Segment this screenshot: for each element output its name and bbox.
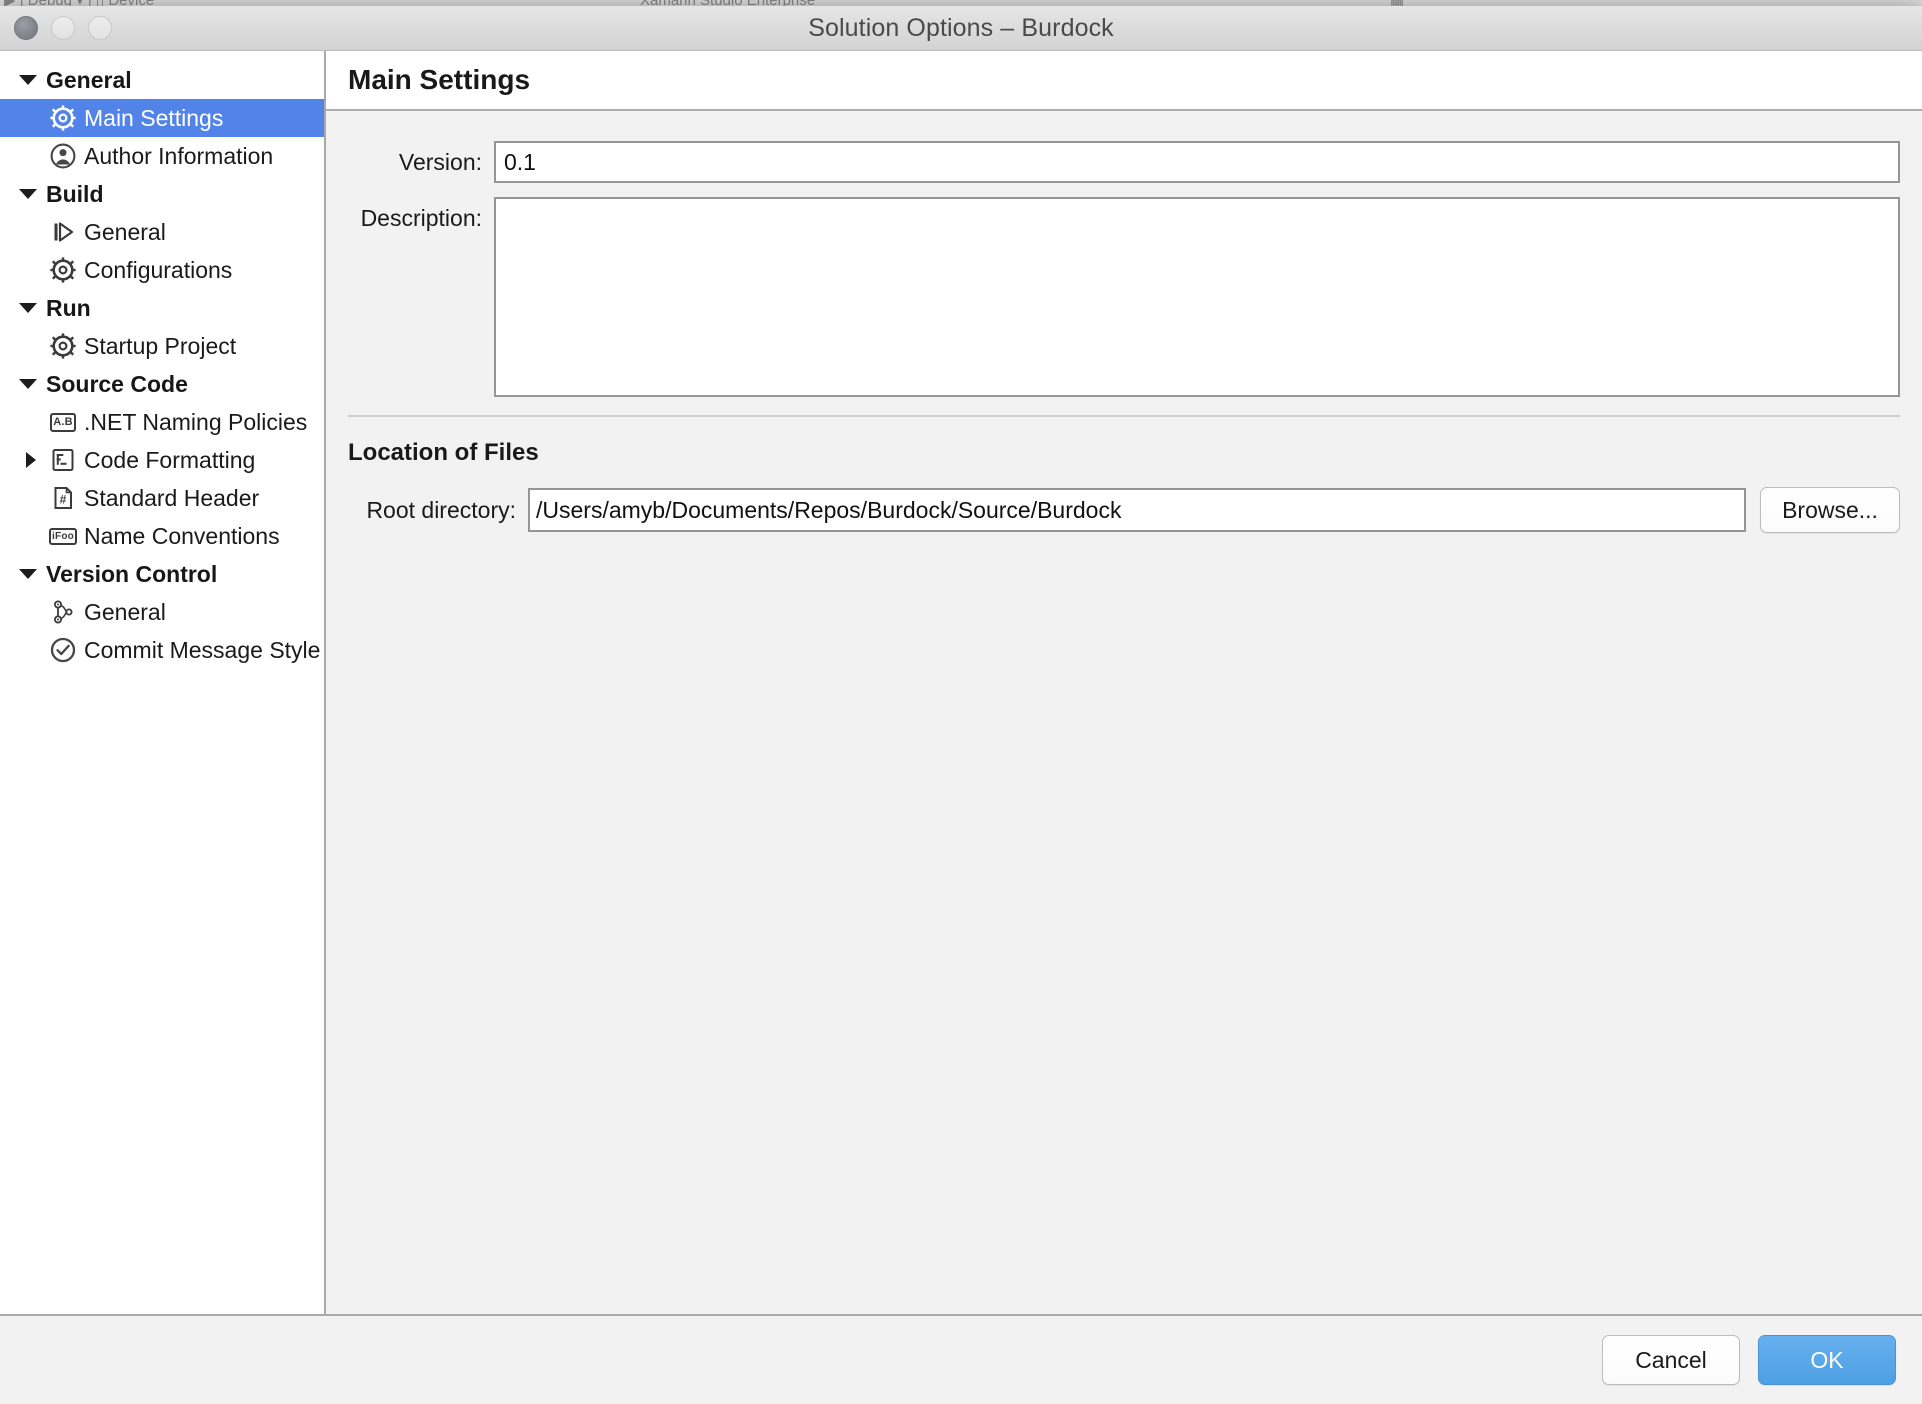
gear-icon: [46, 257, 80, 283]
version-label: Version:: [398, 149, 482, 175]
sidebar-item-author-information[interactable]: Author Information: [0, 137, 324, 175]
description-row: Description:: [348, 197, 1900, 397]
tree-group-version-control[interactable]: Version Control: [0, 555, 324, 593]
gear-icon: [46, 333, 80, 359]
ab-box-icon-text: A.B: [50, 412, 76, 432]
tree-group-source-code[interactable]: Source Code: [0, 365, 324, 403]
tree-group-build[interactable]: Build: [0, 175, 324, 213]
chevron-right-icon[interactable]: [16, 452, 46, 468]
tree-group-label: Version Control: [46, 560, 218, 587]
solution-options-dialog: Solution Options – Burdock General Main …: [0, 6, 1922, 1404]
description-label: Description:: [360, 205, 482, 231]
sidebar-item-label: Commit Message Style: [84, 636, 321, 663]
cancel-button[interactable]: Cancel: [1602, 1335, 1740, 1385]
zoom-button[interactable]: [88, 16, 112, 40]
sidebar-item-label: Name Conventions: [84, 522, 280, 549]
sidebar-item-label: Code Formatting: [84, 446, 256, 473]
sidebar-item-version-control-general[interactable]: General: [0, 593, 324, 631]
browse-button[interactable]: Browse...: [1760, 487, 1900, 533]
root-directory-input[interactable]: /Users/amyb/Documents/Repos/Burdock/Sour…: [528, 488, 1746, 532]
sidebar-item-code-formatting[interactable]: Code Formatting: [0, 441, 324, 479]
sidebar-item-label: Author Information: [84, 142, 274, 169]
sidebar-item-label: General: [84, 218, 166, 245]
sidebar-item-commit-message-style[interactable]: Commit Message Style: [0, 631, 324, 669]
tree-group-run[interactable]: Run: [0, 289, 324, 327]
content-header: Main Settings: [326, 51, 1922, 111]
root-directory-row: Root directory: /Users/amyb/Documents/Re…: [348, 487, 1900, 533]
section-divider: [348, 415, 1900, 417]
dialog-body: General Main Settings Author Information…: [0, 51, 1922, 1316]
chevron-down-icon[interactable]: [16, 569, 40, 579]
sidebar-item-label: .NET Naming Policies: [84, 408, 308, 435]
dialog-title: Solution Options – Burdock: [808, 13, 1114, 42]
chevron-down-icon[interactable]: [16, 303, 40, 313]
svg-text:#: #: [60, 493, 67, 507]
sidebar-item-build-general[interactable]: General: [0, 213, 324, 251]
sidebar-item-net-naming-policies[interactable]: A.B .NET Naming Policies: [0, 403, 324, 441]
sidebar-item-startup-project[interactable]: Startup Project: [0, 327, 324, 365]
gear-icon: [46, 105, 80, 131]
dialog-titlebar: Solution Options – Burdock: [0, 6, 1922, 51]
chevron-down-icon[interactable]: [16, 75, 40, 85]
person-icon: [46, 143, 80, 169]
tree-group-label: Build: [46, 180, 104, 207]
tree-group-label: Source Code: [46, 370, 188, 397]
page-title: Main Settings: [348, 64, 531, 95]
ok-button[interactable]: OK: [1758, 1335, 1896, 1385]
sidebar-item-label: Startup Project: [84, 332, 237, 359]
tree-group-general[interactable]: General: [0, 61, 324, 99]
window-controls: [14, 6, 112, 50]
code-formatting-icon: [46, 447, 80, 473]
tree-group-label: Run: [46, 294, 91, 321]
minimize-button[interactable]: [51, 16, 75, 40]
location-of-files-title: Location of Files: [348, 439, 539, 466]
ab-box-icon: A.B: [46, 412, 80, 432]
hash-document-icon: #: [46, 485, 80, 511]
git-branch-icon: [46, 599, 80, 625]
sidebar-item-standard-header[interactable]: # Standard Header: [0, 479, 324, 517]
check-circle-icon: [46, 637, 80, 663]
sidebar-item-configurations[interactable]: Configurations: [0, 251, 324, 289]
description-textarea[interactable]: [494, 197, 1900, 397]
close-button[interactable]: [14, 16, 38, 40]
ifoo-box-icon-text: iFoo: [49, 527, 77, 545]
root-directory-label: Root directory:: [366, 496, 516, 523]
tree-group-label: General: [46, 66, 132, 93]
sidebar-item-label: General: [84, 598, 166, 625]
main-settings-form: Version: 0.1 Description: Location of Fi…: [326, 111, 1922, 1314]
dialog-footer: Cancel OK: [0, 1316, 1922, 1404]
chevron-down-icon[interactable]: [16, 379, 40, 389]
sidebar-item-main-settings[interactable]: Main Settings: [0, 99, 324, 137]
build-play-icon: [46, 219, 80, 245]
version-row: Version: 0.1: [348, 141, 1900, 183]
sidebar-item-name-conventions[interactable]: iFoo Name Conventions: [0, 517, 324, 555]
sidebar-item-label: Main Settings: [84, 104, 224, 131]
chevron-down-icon[interactable]: [16, 189, 40, 199]
settings-tree[interactable]: General Main Settings Author Information…: [0, 51, 326, 1314]
version-input[interactable]: 0.1: [494, 141, 1900, 183]
settings-content-pane: Main Settings Version: 0.1 Description: …: [326, 51, 1922, 1314]
sidebar-item-label: Standard Header: [84, 484, 260, 511]
ifoo-box-icon: iFoo: [46, 527, 80, 545]
sidebar-item-label: Configurations: [84, 256, 233, 283]
